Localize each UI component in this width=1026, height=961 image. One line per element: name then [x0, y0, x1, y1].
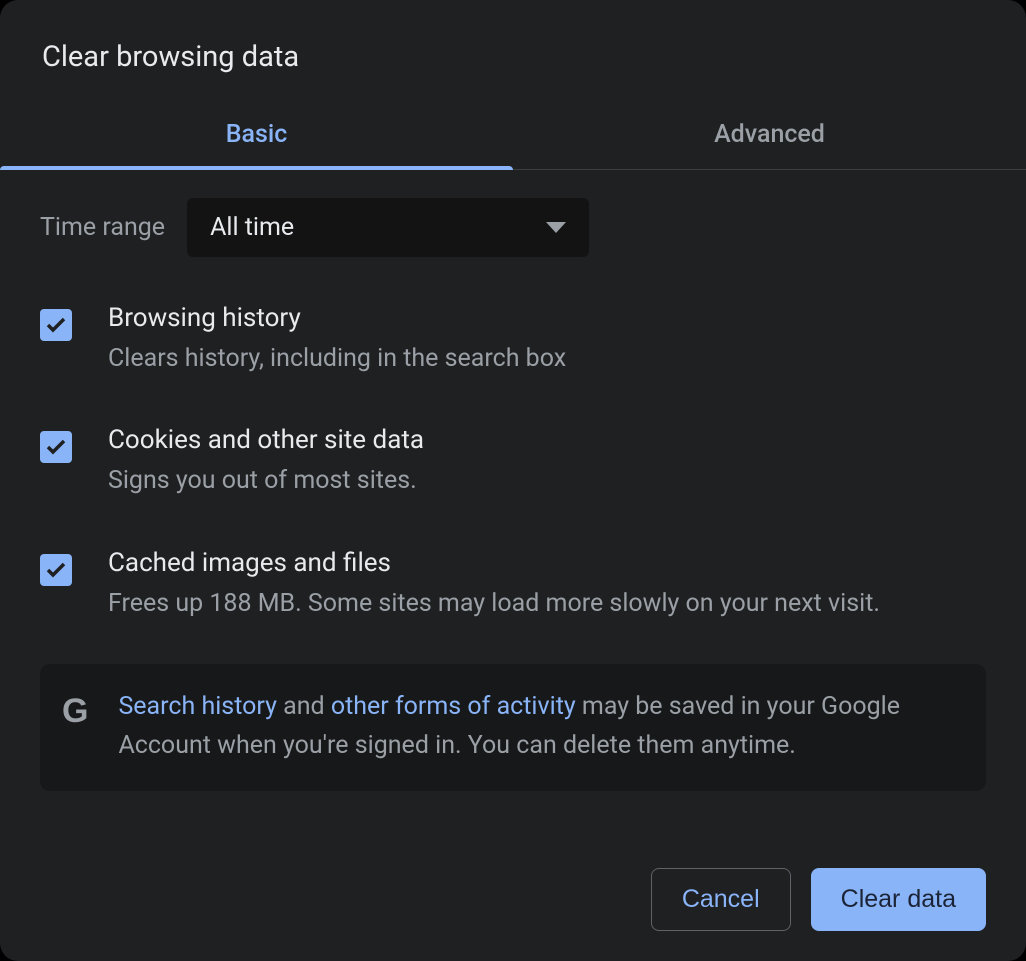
time-range-value: All time	[210, 213, 294, 242]
option-desc: Signs you out of most sites.	[108, 463, 986, 499]
other-activity-link[interactable]: other forms of activity	[331, 692, 576, 721]
notice-text-segment: and	[277, 692, 331, 721]
google-icon: G	[62, 694, 88, 728]
time-range-label: Time range	[40, 213, 165, 242]
check-icon	[44, 435, 68, 459]
check-icon	[44, 313, 68, 337]
dialog-footer: Cancel Clear data	[651, 868, 986, 931]
option-title: Browsing history	[108, 303, 986, 333]
tab-bar: Basic Advanced	[0, 102, 1026, 170]
check-icon	[44, 558, 68, 582]
dialog-title: Clear browsing data	[0, 0, 1026, 74]
option-text: Cached images and files Frees up 188 MB.…	[108, 548, 986, 622]
option-title: Cookies and other site data	[108, 425, 986, 455]
chevron-down-icon	[546, 222, 566, 233]
option-browsing-history: Browsing history Clears history, includi…	[40, 303, 986, 377]
option-title: Cached images and files	[108, 548, 986, 578]
checkbox-browsing-history[interactable]	[40, 309, 72, 341]
tab-basic-label: Basic	[226, 120, 288, 149]
option-desc: Frees up 188 MB. Some sites may load mor…	[108, 586, 986, 622]
time-range-select[interactable]: All time	[187, 198, 589, 257]
option-text: Browsing history Clears history, includi…	[108, 303, 986, 377]
option-text: Cookies and other site data Signs you ou…	[108, 425, 986, 499]
tab-basic[interactable]: Basic	[0, 102, 513, 169]
cancel-button[interactable]: Cancel	[651, 868, 791, 931]
google-account-notice: G Search history and other forms of acti…	[40, 664, 986, 792]
tab-advanced-label: Advanced	[714, 120, 825, 149]
checkbox-cookies[interactable]	[40, 431, 72, 463]
dialog-body: Time range All time Browsing history Cle…	[0, 170, 1026, 961]
time-range-row: Time range All time	[40, 198, 986, 257]
option-cookies: Cookies and other site data Signs you ou…	[40, 425, 986, 499]
search-history-link[interactable]: Search history	[118, 692, 276, 721]
option-desc: Clears history, including in the search …	[108, 341, 986, 377]
clear-browsing-data-dialog: Clear browsing data Basic Advanced Time …	[0, 0, 1026, 961]
checkbox-cache[interactable]	[40, 554, 72, 586]
notice-text: Search history and other forms of activi…	[118, 688, 958, 766]
option-cache: Cached images and files Frees up 188 MB.…	[40, 548, 986, 622]
tab-advanced[interactable]: Advanced	[513, 102, 1026, 169]
clear-data-button[interactable]: Clear data	[811, 868, 986, 931]
